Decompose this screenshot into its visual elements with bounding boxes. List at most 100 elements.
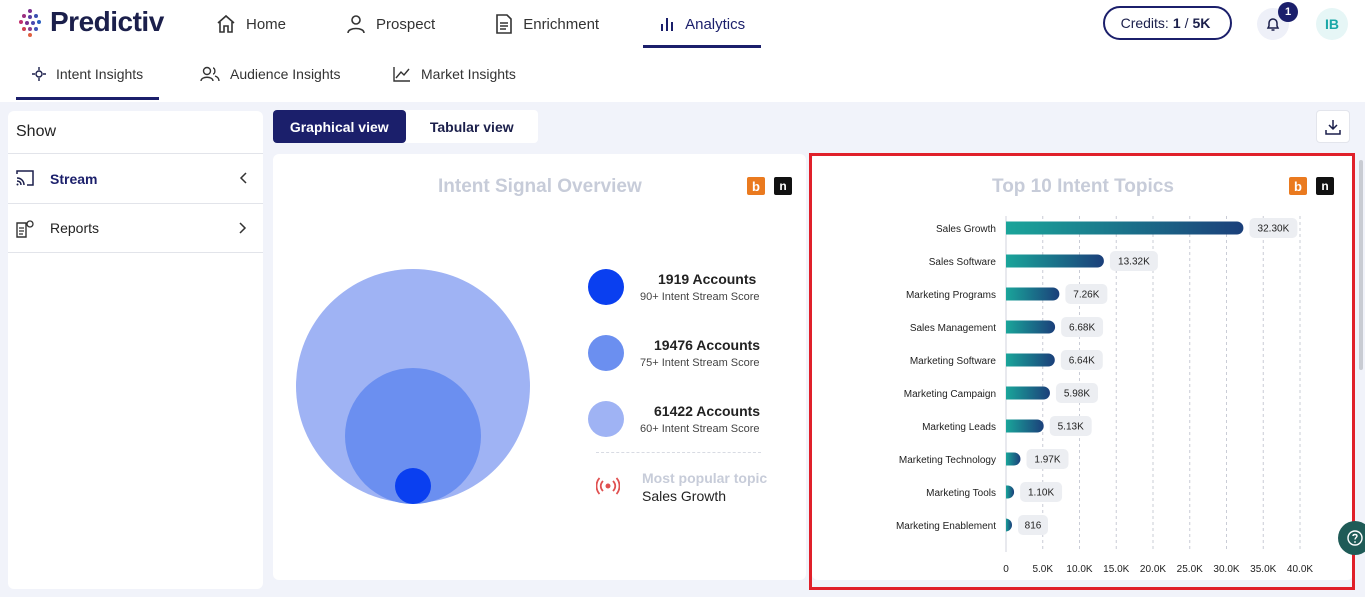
tabular-view-button[interactable]: Tabular view xyxy=(406,110,539,143)
bell-icon xyxy=(1266,18,1280,31)
category-label: Sales Growth xyxy=(936,224,996,235)
bar xyxy=(1006,254,1104,268)
bubble-90-plus xyxy=(395,468,431,504)
x-tick-label: 0 xyxy=(1003,564,1009,575)
brand-name: Predictiv xyxy=(50,6,164,37)
x-tick-label: 15.0K xyxy=(1103,564,1129,575)
data-label: 32.30K xyxy=(1258,224,1290,235)
line-chart-icon xyxy=(393,67,410,82)
bombora-icon[interactable]: b xyxy=(747,177,765,195)
download-button[interactable] xyxy=(1316,110,1350,143)
document-icon xyxy=(496,14,513,34)
nav-home[interactable]: Home xyxy=(200,0,302,48)
x-tick-label: 10.0K xyxy=(1066,564,1092,575)
legend-divider xyxy=(596,452,761,453)
popular-topic-label: Most popular topic xyxy=(642,470,768,486)
tab-market-insights[interactable]: Market Insights xyxy=(393,48,516,100)
x-tick-label: 25.0K xyxy=(1177,564,1203,575)
legend-dot-75 xyxy=(588,335,624,371)
bar xyxy=(1006,452,1021,466)
nav-home-label: Home xyxy=(246,15,287,33)
category-label: Marketing Tools xyxy=(926,488,996,499)
sidebar-item-stream[interactable]: Stream xyxy=(8,153,263,203)
category-label: Marketing Leads xyxy=(922,422,996,433)
x-tick-label: 20.0K xyxy=(1140,564,1166,575)
legend-count-60: 61422 Accounts xyxy=(654,403,761,419)
logo-dots-icon xyxy=(18,8,46,37)
x-tick-label: 40.0K xyxy=(1287,564,1313,575)
nav-analytics[interactable]: Analytics xyxy=(643,0,762,48)
bubble-chart xyxy=(296,269,530,504)
tab-intent-insights-label: Intent Insights xyxy=(56,66,144,82)
category-label: Sales Software xyxy=(929,257,997,268)
credits-total: 5K xyxy=(1192,15,1211,31)
top-intent-topics-panel: Top 10 Intent Topics b n 0 5.0K 10.0K 15.0K… xyxy=(812,154,1353,580)
tab-market-insights-label: Market Insights xyxy=(421,66,516,82)
bar xyxy=(1006,287,1060,301)
scrollbar-thumb[interactable] xyxy=(1359,160,1363,370)
data-label: 6.68K xyxy=(1069,323,1095,334)
data-label: 7.26K xyxy=(1073,290,1099,301)
bar xyxy=(1006,353,1055,367)
category-label: Marketing Enablement xyxy=(896,521,996,532)
intent-topics-bar-chart: 0 5.0K 10.0K 15.0K 20.0K 25.0K 30.0K 35.0K 40.0K… xyxy=(896,216,1313,575)
view-toggle: Graphical view Tabular view xyxy=(273,110,538,143)
tab-audience-insights-label: Audience Insights xyxy=(230,66,341,82)
legend-count-75: 19476 Accounts xyxy=(654,337,761,353)
bar xyxy=(1006,386,1050,400)
credits-used: 1 xyxy=(1172,15,1181,31)
chevron-right-icon xyxy=(239,222,247,234)
users-icon xyxy=(200,66,220,82)
category-label: Marketing Programs xyxy=(906,290,996,301)
bar xyxy=(1006,320,1056,334)
graphical-view-button[interactable]: Graphical view xyxy=(273,110,406,143)
credits-separator: / xyxy=(1184,15,1189,31)
nav-prospect-label: Prospect xyxy=(376,15,436,33)
sidebar-item-stream-label: Stream xyxy=(50,170,98,187)
data-label: 5.98K xyxy=(1064,389,1090,400)
x-tick-label: 30.0K xyxy=(1213,564,1239,575)
credits-pill[interactable]: Credits: 1 / 5K xyxy=(1103,6,1232,40)
help-icon xyxy=(1347,530,1363,546)
bar-chart-icon xyxy=(661,18,674,31)
category-label: Marketing Technology xyxy=(899,455,996,466)
category-label: Marketing Software xyxy=(910,356,997,367)
nav-prospect[interactable]: Prospect xyxy=(330,0,451,48)
data-label: 13.32K xyxy=(1118,257,1150,268)
download-icon xyxy=(1325,119,1341,135)
insights-tabs: Intent Insights Audience Insights Market… xyxy=(0,48,1365,102)
x-tick-label: 35.0K xyxy=(1250,564,1276,575)
legend-dot-60 xyxy=(588,401,624,437)
nav-enrichment[interactable]: Enrichment xyxy=(479,0,615,48)
popular-topic-value: Sales Growth xyxy=(642,488,727,504)
category-label: Marketing Campaign xyxy=(904,389,996,400)
x-tick-label: 5.0K xyxy=(1032,564,1053,575)
help-button[interactable] xyxy=(1338,521,1365,555)
data-label: 1.97K xyxy=(1034,455,1060,466)
cast-icon xyxy=(16,170,34,186)
brand-logo[interactable]: Predictiv xyxy=(18,6,164,38)
bar xyxy=(1006,485,1015,499)
category-label: Sales Management xyxy=(910,323,996,334)
data-label: 1.10K xyxy=(1028,488,1054,499)
legend-count-90: 1919 Accounts xyxy=(658,271,757,287)
intent-signal-overview-panel: Intent Signal Overview b n 1919 Accounts… xyxy=(273,154,806,580)
top-navbar: Predictiv Home Prospect Enrichment Analy… xyxy=(0,0,1365,48)
sidebar-item-reports[interactable]: Reports xyxy=(8,203,263,253)
data-label: 5.13K xyxy=(1058,422,1084,433)
sidebar: Show Stream Reports xyxy=(8,111,263,589)
nav-enrichment-label: Enrichment xyxy=(523,15,600,33)
report-icon xyxy=(16,220,34,238)
tab-intent-insights[interactable]: Intent Insights xyxy=(16,48,160,100)
chevron-left-icon xyxy=(239,172,247,184)
bar xyxy=(1006,419,1044,433)
user-avatar[interactable]: IB xyxy=(1316,8,1348,40)
tab-audience-insights[interactable]: Audience Insights xyxy=(200,48,341,100)
nav-analytics-label: Analytics xyxy=(685,15,746,33)
user-icon xyxy=(347,15,365,34)
partner-n-icon[interactable]: n xyxy=(774,177,792,195)
notification-count-badge: 1 xyxy=(1278,2,1298,22)
legend-dot-90 xyxy=(588,269,624,305)
home-icon xyxy=(217,14,235,33)
legend-sub-60: 60+ Intent Stream Score xyxy=(640,423,760,435)
